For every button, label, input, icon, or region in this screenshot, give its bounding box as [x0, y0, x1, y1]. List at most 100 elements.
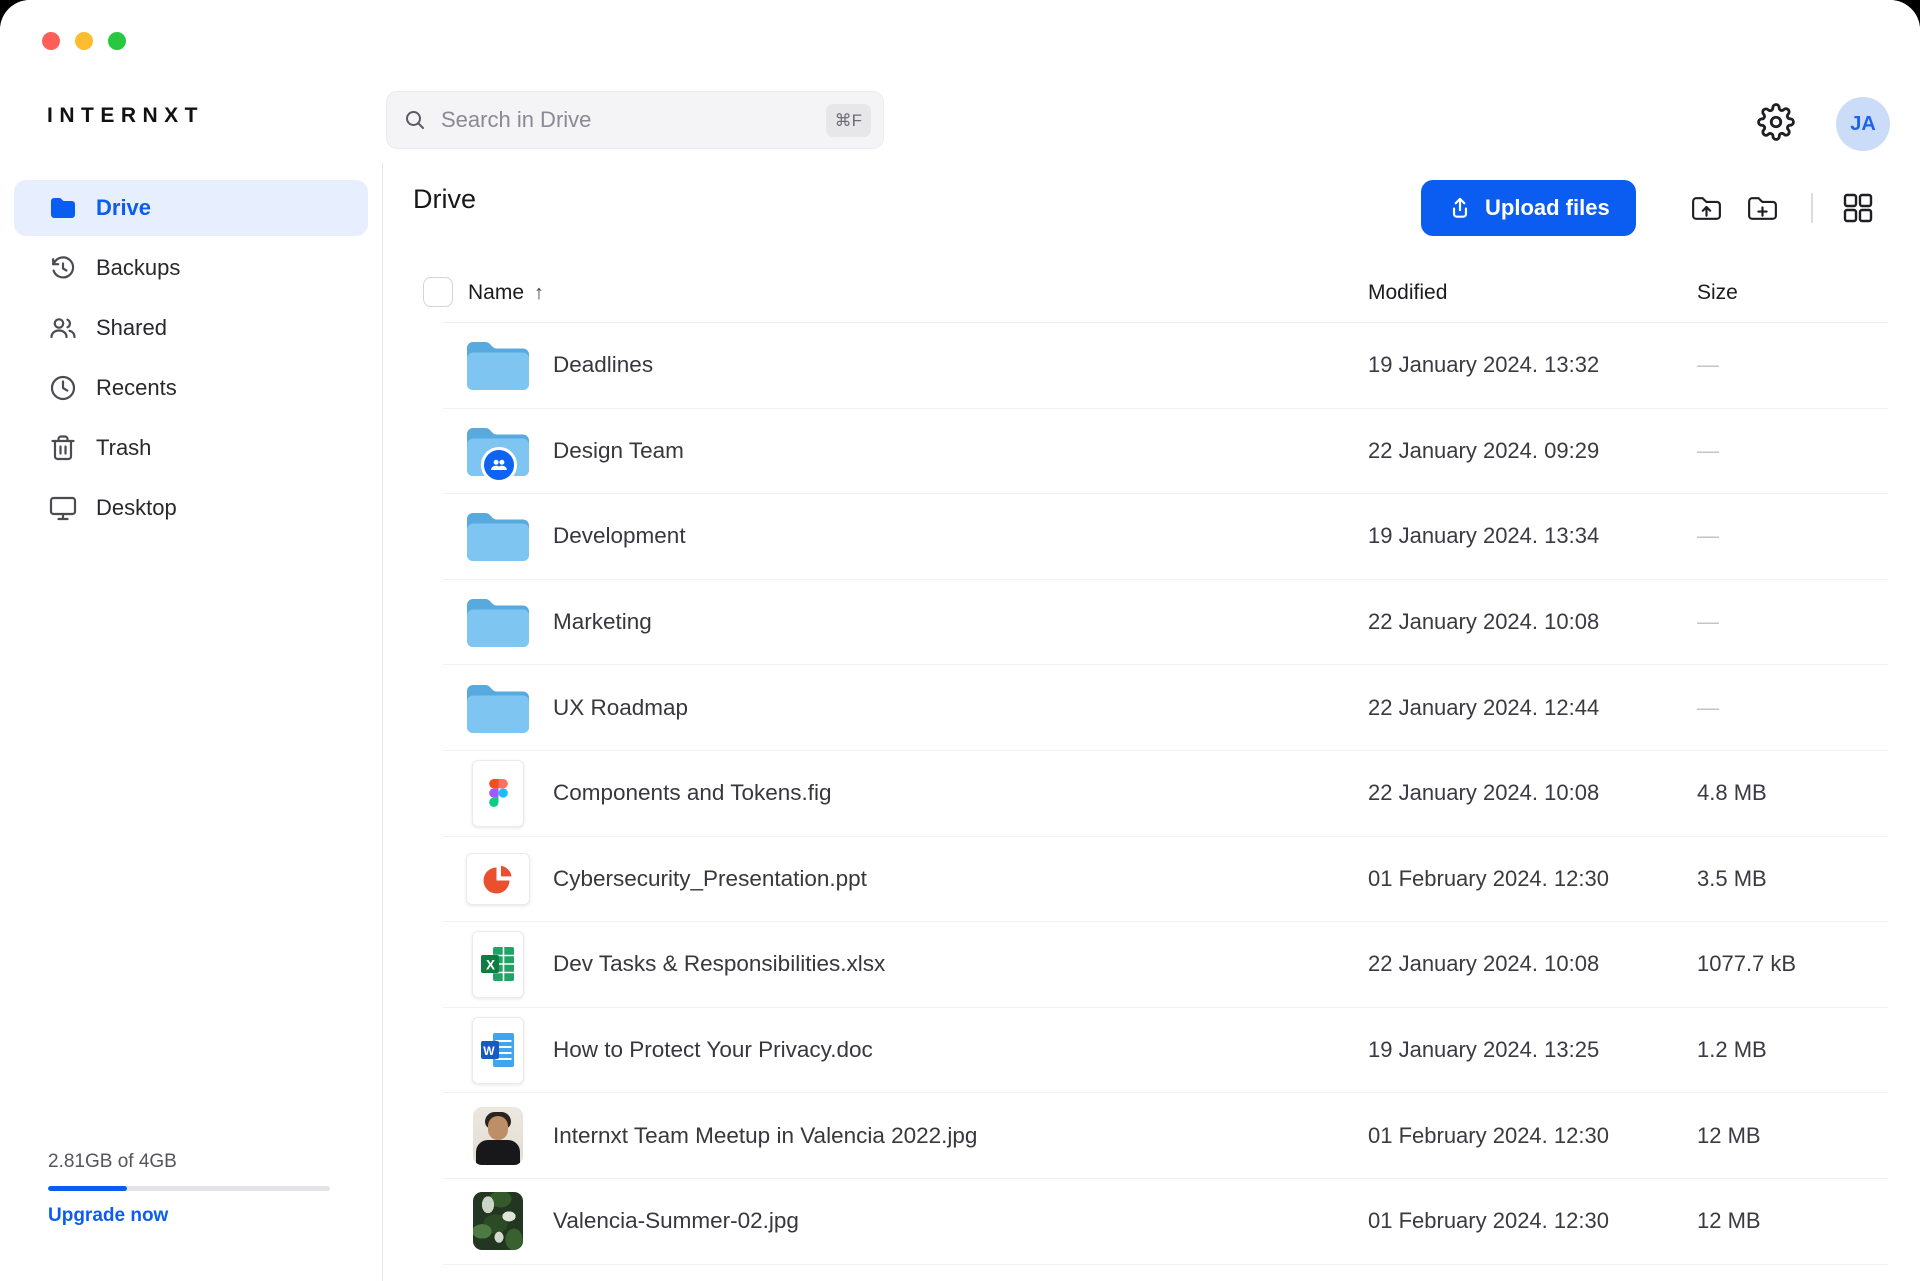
history-icon — [48, 253, 78, 283]
row-name: Cybersecurity_Presentation.ppt — [553, 866, 867, 892]
row-icon-cell: W — [466, 1015, 530, 1085]
row-icon-cell — [466, 758, 530, 828]
search-input[interactable] — [439, 106, 826, 134]
sidebar-item-label: Desktop — [96, 495, 177, 521]
row-size: 4.8 MB — [1697, 780, 1767, 806]
app-window: INTERNXT ⌘F JA Drive Backups Shared Rece… — [0, 0, 1920, 1281]
row-icon-cell: X — [466, 929, 530, 999]
sidebar-item-shared[interactable]: Shared — [14, 300, 368, 356]
settings-button[interactable] — [1756, 103, 1796, 143]
sidebar-item-label: Recents — [96, 375, 177, 401]
user-avatar[interactable]: JA — [1836, 97, 1890, 151]
folder-icon — [467, 683, 529, 733]
row-modified: 19 January 2024. 13:32 — [1368, 352, 1599, 378]
table-row[interactable]: Valencia-Summer-02.jpg 01 February 2024.… — [443, 1179, 1888, 1265]
word-file-icon: W — [472, 1017, 524, 1084]
excel-file-icon: X — [472, 931, 524, 998]
row-modified: 19 January 2024. 13:34 — [1368, 523, 1599, 549]
row-name: Marketing — [553, 609, 652, 635]
row-icon-cell — [466, 673, 530, 743]
row-modified: 01 February 2024. 12:30 — [1368, 1123, 1609, 1149]
row-size: — — [1697, 438, 1719, 464]
row-size: 1.2 MB — [1697, 1037, 1767, 1063]
main-content: Drive Upload files Name↑ Modified Size — [383, 163, 1920, 1281]
top-header: INTERNXT ⌘F JA — [0, 0, 1920, 164]
table-row[interactable]: W How to Protect Your Privacy.doc 19 Jan… — [443, 1008, 1888, 1094]
table-row[interactable]: Marketing 22 January 2024. 10:08 — — [443, 580, 1888, 666]
row-name: How to Protect Your Privacy.doc — [553, 1037, 873, 1063]
row-icon-cell — [466, 1186, 530, 1256]
column-header-modified[interactable]: Modified — [1368, 281, 1447, 305]
sidebar: Drive Backups Shared Recents Trash Deskt… — [0, 163, 383, 1281]
shared-folder-icon — [467, 426, 529, 476]
close-window-button[interactable] — [42, 32, 60, 50]
powerpoint-file-icon — [466, 853, 530, 905]
sidebar-item-backups[interactable]: Backups — [14, 240, 368, 296]
search-bar[interactable]: ⌘F — [386, 91, 884, 149]
sidebar-nav: Drive Backups Shared Recents Trash Deskt… — [0, 163, 382, 536]
sidebar-item-recents[interactable]: Recents — [14, 360, 368, 416]
table-row[interactable]: Internxt Team Meetup in Valencia 2022.jp… — [443, 1093, 1888, 1179]
folder-icon — [467, 597, 529, 647]
table-row[interactable]: Design Team 22 January 2024. 09:29 — — [443, 409, 1888, 495]
figma-file-icon — [472, 760, 524, 827]
sort-arrow-icon: ↑ — [534, 282, 544, 304]
row-icon-cell — [466, 416, 530, 486]
column-header-name[interactable]: Name↑ — [468, 281, 544, 305]
row-modified: 19 January 2024. 13:25 — [1368, 1037, 1599, 1063]
photo-thumbnail — [473, 1192, 523, 1250]
folder-fill-icon — [48, 193, 78, 223]
shared-badge-icon — [481, 447, 517, 483]
row-modified: 22 January 2024. 10:08 — [1368, 951, 1599, 977]
search-icon — [403, 108, 427, 132]
table-header: Name↑ Modified Size — [383, 163, 1920, 323]
svg-text:W: W — [483, 1044, 495, 1058]
storage-section: 2.81GB of 4GB Upgrade now — [48, 1151, 330, 1227]
row-modified: 22 January 2024. 10:08 — [1368, 609, 1599, 635]
people-icon — [48, 313, 78, 343]
sidebar-item-label: Shared — [96, 315, 167, 341]
row-name: Design Team — [553, 438, 684, 464]
sidebar-item-drive[interactable]: Drive — [14, 180, 368, 236]
storage-progress-bar — [48, 1186, 330, 1191]
folder-icon — [467, 340, 529, 390]
row-modified: 22 January 2024. 12:44 — [1368, 695, 1599, 721]
gear-icon — [1757, 103, 1795, 141]
table-row[interactable]: Cybersecurity_Presentation.ppt 01 Februa… — [443, 837, 1888, 923]
folder-icon — [467, 511, 529, 561]
monitor-icon — [48, 493, 78, 523]
row-modified: 01 February 2024. 12:30 — [1368, 866, 1609, 892]
row-modified: 22 January 2024. 09:29 — [1368, 438, 1599, 464]
table-row[interactable]: Deadlines 19 January 2024. 13:32 — — [443, 323, 1888, 409]
photo-thumbnail — [473, 1107, 523, 1165]
table-row[interactable]: UX Roadmap 22 January 2024. 12:44 — — [443, 665, 1888, 751]
storage-usage-label: 2.81GB of 4GB — [48, 1151, 330, 1173]
row-name: Development — [553, 523, 686, 549]
select-all-checkbox[interactable] — [423, 277, 453, 307]
row-name: UX Roadmap — [553, 695, 688, 721]
sidebar-item-desktop[interactable]: Desktop — [14, 480, 368, 536]
sidebar-item-trash[interactable]: Trash — [14, 420, 368, 476]
table-row[interactable]: Components and Tokens.fig 22 January 202… — [443, 751, 1888, 837]
upgrade-now-link[interactable]: Upgrade now — [48, 1205, 168, 1227]
row-size: 1077.7 kB — [1697, 951, 1796, 977]
row-icon-cell — [466, 1101, 530, 1171]
svg-text:X: X — [486, 958, 495, 973]
row-name: Components and Tokens.fig — [553, 780, 832, 806]
clock-icon — [48, 373, 78, 403]
row-size: — — [1697, 609, 1719, 635]
minimize-window-button[interactable] — [75, 32, 93, 50]
sidebar-item-label: Drive — [96, 195, 151, 221]
sidebar-item-label: Backups — [96, 255, 180, 281]
row-modified: 22 January 2024. 10:08 — [1368, 780, 1599, 806]
row-name: Valencia-Summer-02.jpg — [553, 1208, 799, 1234]
zoom-window-button[interactable] — [108, 32, 126, 50]
row-icon-cell — [466, 330, 530, 400]
table-row[interactable]: Development 19 January 2024. 13:34 — — [443, 494, 1888, 580]
internxt-logo: INTERNXT — [47, 104, 204, 128]
row-icon-cell — [466, 844, 530, 914]
column-header-size[interactable]: Size — [1697, 281, 1738, 305]
row-size: — — [1697, 523, 1719, 549]
row-size: — — [1697, 695, 1719, 721]
table-row[interactable]: X Dev Tasks & Responsibilities.xlsx 22 J… — [443, 922, 1888, 1008]
